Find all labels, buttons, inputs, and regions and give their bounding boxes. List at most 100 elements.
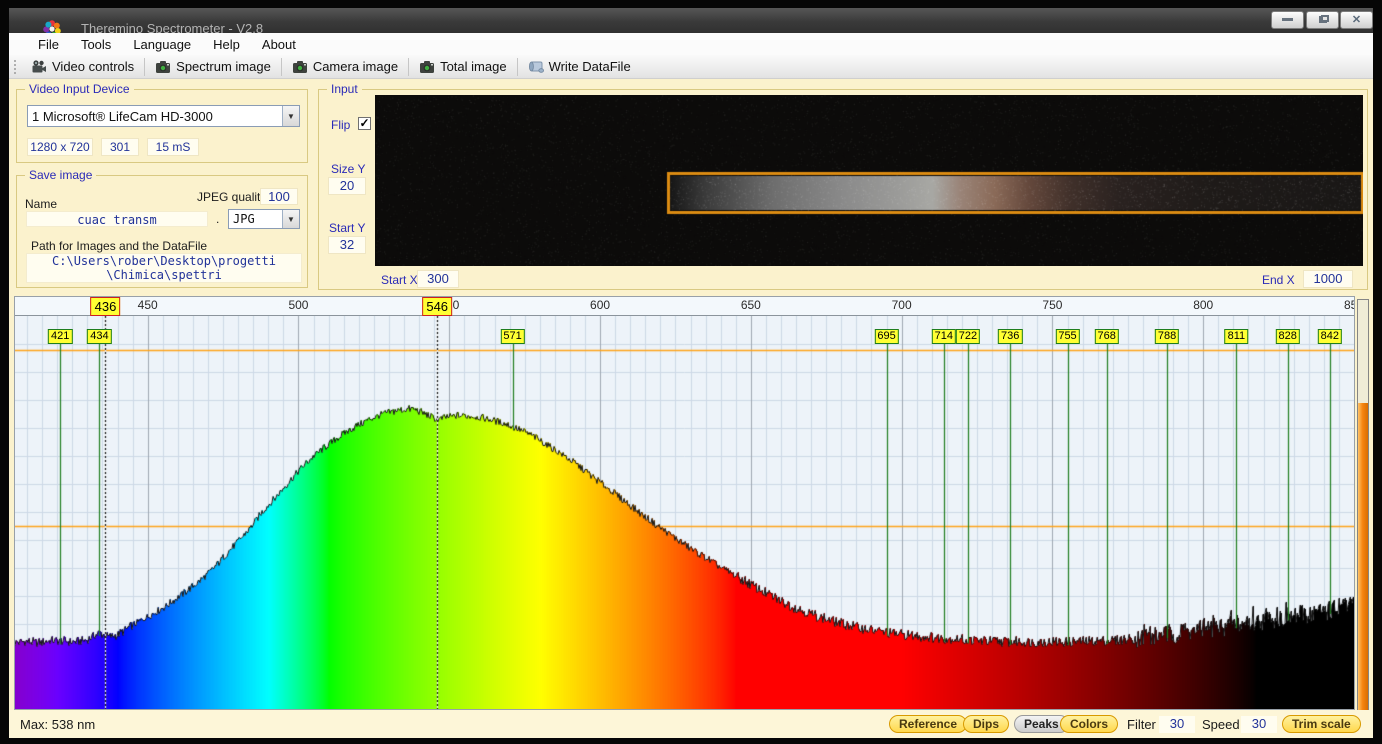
peak-label: 788 xyxy=(1155,329,1179,344)
video-device-select[interactable]: 1 Microsoft® LifeCam HD-3000 ▼ xyxy=(27,105,300,127)
peak-label: 736 xyxy=(998,329,1022,344)
title-bar: Theremino Spectrometer - V2.8 xyxy=(9,8,1373,33)
write-datafile-button[interactable]: Write DataFile xyxy=(520,56,639,78)
tool-label: Video controls xyxy=(52,59,134,74)
camera-icon xyxy=(292,59,308,75)
peak-label: 722 xyxy=(956,329,980,344)
spectrum-image-button[interactable]: Spectrum image xyxy=(147,56,279,78)
dot-separator: . xyxy=(216,212,219,226)
menu-file[interactable]: File xyxy=(27,33,70,55)
status-bar: Max: 538 nm Reference Dips Peaks Colors … xyxy=(9,710,1373,738)
name-label: Name xyxy=(25,197,57,211)
minimize-button[interactable] xyxy=(1271,11,1304,29)
video-device-value: 1 Microsoft® LifeCam HD-3000 xyxy=(28,109,282,124)
start-y-label: Start Y xyxy=(329,221,365,235)
peak-label: 421 xyxy=(48,329,72,344)
group-title: Input xyxy=(327,82,362,96)
level-meter-fill xyxy=(1358,403,1368,731)
jpeg-quality-label: JPEG quality xyxy=(197,190,266,204)
camera-preview[interactable] xyxy=(375,95,1363,266)
group-title: Video Input Device xyxy=(25,82,134,96)
camera-icon xyxy=(155,59,171,75)
restore-button[interactable] xyxy=(1306,11,1339,29)
tool-label: Camera image xyxy=(313,59,398,74)
menu-help[interactable]: Help xyxy=(202,33,251,55)
end-x-label: End X xyxy=(1262,273,1295,287)
max-wavelength-readout: Max: 538 nm xyxy=(20,717,95,732)
peak-label: 571 xyxy=(500,329,524,344)
peak-label: 695 xyxy=(874,329,898,344)
path-readout: C:\Users\rober\Desktop\progetti \Chimica… xyxy=(26,253,302,283)
video-controls-button[interactable]: Video controls xyxy=(23,56,142,78)
jpeg-quality-input[interactable]: 100 xyxy=(260,188,298,205)
spectrum-plot[interactable] xyxy=(15,316,1354,709)
toolbar-separator xyxy=(281,58,282,76)
close-button[interactable]: ✕ xyxy=(1340,11,1373,29)
size-y-label: Size Y xyxy=(331,162,365,176)
camera-icon xyxy=(419,59,435,75)
path-label: Path for Images and the DataFile xyxy=(31,239,207,253)
reference-button[interactable]: Reference xyxy=(889,715,967,733)
filter-label: Filter xyxy=(1127,717,1156,732)
trim-scale-button[interactable]: Trim scale xyxy=(1282,715,1361,733)
peak-label: 714 xyxy=(932,329,956,344)
axis-tick-label: 500 xyxy=(288,298,308,312)
total-image-button[interactable]: Total image xyxy=(411,56,514,78)
axis-tick-label: 750 xyxy=(1042,298,1062,312)
group-title: Save image xyxy=(25,168,96,182)
reference-line-label[interactable]: 436 xyxy=(91,297,121,316)
reference-line-label[interactable]: 546 xyxy=(422,297,452,316)
tool-label: Total image xyxy=(440,59,506,74)
format-select[interactable]: JPG ▼ xyxy=(228,209,300,229)
menu-language[interactable]: Language xyxy=(122,33,202,55)
start-x-label: Start X xyxy=(381,273,418,287)
image-name-input[interactable]: cuac transm xyxy=(26,211,208,227)
peak-label: 842 xyxy=(1318,329,1342,344)
toolbar-separator xyxy=(408,58,409,76)
peak-label: 768 xyxy=(1095,329,1119,344)
toolbar-grip[interactable] xyxy=(13,59,18,75)
chevron-down-icon[interactable]: ▼ xyxy=(282,210,299,228)
wavelength-axis: 450500550600650700750800850 xyxy=(15,297,1354,316)
scroll-icon xyxy=(528,59,544,75)
flip-label: Flip xyxy=(331,118,350,132)
axis-tick-label: 450 xyxy=(138,298,158,312)
dips-button[interactable]: Dips xyxy=(963,715,1009,733)
axis-tick-label: 800 xyxy=(1193,298,1213,312)
toolbar-separator xyxy=(144,58,145,76)
start-y-input[interactable]: 32 xyxy=(328,236,366,254)
menu-tools[interactable]: Tools xyxy=(70,33,122,55)
level-meter xyxy=(1357,299,1369,732)
axis-tick-label: 600 xyxy=(590,298,610,312)
speed-label: Speed xyxy=(1202,717,1240,732)
frames-readout: 301 xyxy=(101,138,139,156)
flip-checkbox[interactable]: ✓ xyxy=(358,117,371,130)
start-x-input[interactable]: 300 xyxy=(417,270,459,288)
peak-label: 828 xyxy=(1275,329,1299,344)
exposure-readout: 15 mS xyxy=(147,138,199,156)
colors-button[interactable]: Colors xyxy=(1060,715,1118,733)
format-value: JPG xyxy=(229,212,282,226)
speed-input[interactable]: 30 xyxy=(1241,716,1277,733)
peak-label: 811 xyxy=(1225,329,1249,344)
toolbar: Video controls Spectrum image Camera ima… xyxy=(9,55,1373,79)
path-line-1: C:\Users\rober\Desktop\progetti xyxy=(27,254,301,268)
filter-input[interactable]: 30 xyxy=(1159,716,1195,733)
tool-label: Write DataFile xyxy=(549,59,631,74)
path-line-2: \Chimica\spettri xyxy=(27,268,301,282)
chevron-down-icon[interactable]: ▼ xyxy=(282,106,299,126)
camera-image-button[interactable]: Camera image xyxy=(284,56,406,78)
end-x-input[interactable]: 1000 xyxy=(1303,270,1353,288)
size-y-input[interactable]: 20 xyxy=(328,177,366,195)
tool-label: Spectrum image xyxy=(176,59,271,74)
spectrum-chart[interactable]: 450500550600650700750800850 436546421434… xyxy=(14,296,1355,710)
resolution-readout: 1280 x 720 xyxy=(27,138,93,156)
axis-tick-label: 850 xyxy=(1344,298,1354,312)
video-camera-icon xyxy=(31,59,47,75)
menu-about[interactable]: About xyxy=(251,33,307,55)
toolbar-separator xyxy=(517,58,518,76)
menu-bar: File Tools Language Help About xyxy=(9,33,1373,55)
peak-label: 755 xyxy=(1055,329,1079,344)
axis-tick-label: 700 xyxy=(892,298,912,312)
peak-label: 434 xyxy=(87,329,111,344)
